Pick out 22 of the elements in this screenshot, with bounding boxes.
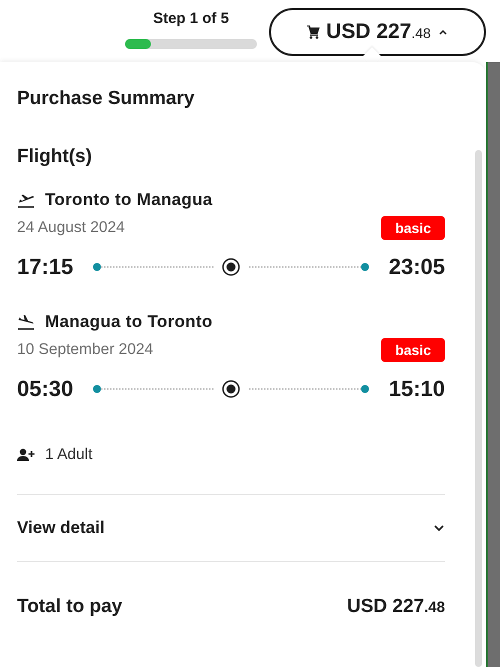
passenger-count: 1 Adult bbox=[45, 446, 92, 464]
arrival-time: 23:05 bbox=[388, 254, 445, 280]
cart-icon bbox=[306, 25, 320, 39]
arrival-time: 15:10 bbox=[388, 376, 445, 402]
cart-total-button[interactable]: USD 227.48 bbox=[269, 8, 486, 56]
fare-badge: basic bbox=[381, 216, 445, 240]
total-label: Total to pay bbox=[17, 596, 122, 618]
add-person-icon bbox=[17, 448, 35, 462]
route-title: Managua to Toronto bbox=[45, 312, 213, 332]
takeoff-plane-icon bbox=[17, 192, 35, 208]
section-title: Flight(s) bbox=[17, 146, 93, 168]
panel-title: Purchase Summary bbox=[17, 88, 196, 110]
flight-date: 10 September 2024 bbox=[17, 341, 154, 359]
departure-time: 05:30 bbox=[17, 376, 74, 402]
view-detail-button[interactable]: View detail bbox=[17, 495, 445, 561]
fare-badge: basic bbox=[381, 338, 445, 362]
landing-plane-icon bbox=[17, 314, 35, 330]
step-label: Step 1 of 5 bbox=[153, 10, 229, 26]
total-amount: USD 227.48 bbox=[347, 596, 445, 618]
flight-date: 24 August 2024 bbox=[17, 219, 125, 237]
departure-time: 17:15 bbox=[17, 254, 74, 280]
route-title: Toronto to Managua bbox=[45, 190, 213, 210]
